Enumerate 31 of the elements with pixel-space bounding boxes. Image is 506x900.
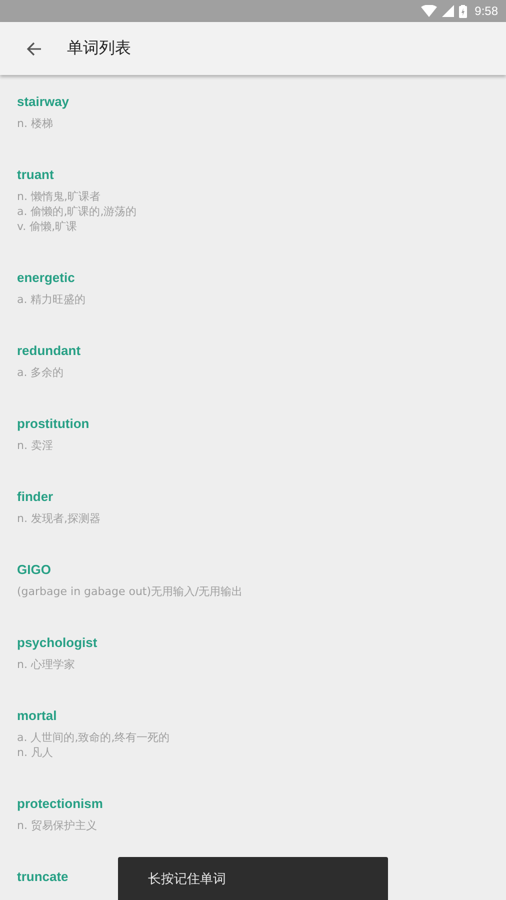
toast-message: 长按记住单词 xyxy=(118,857,388,900)
word-title[interactable]: mortal xyxy=(17,706,57,726)
word-definition: a. 多余的 xyxy=(17,365,64,380)
word-title[interactable]: truncate xyxy=(17,867,68,887)
word-definition: n. 楼梯 xyxy=(17,116,53,131)
word-title[interactable]: finder xyxy=(17,487,54,507)
word-title[interactable]: stairway xyxy=(17,92,70,112)
word-definition: v. 偷懒,旷课 xyxy=(17,219,78,234)
word-title[interactable]: truant xyxy=(17,165,54,185)
word-title[interactable]: energetic xyxy=(17,268,75,288)
word-title[interactable]: GIGO xyxy=(17,560,51,580)
word-title[interactable]: prostitution xyxy=(17,414,90,434)
word-definition: n. 心理学家 xyxy=(17,657,75,672)
word-definition: n. 发现者,探测器 xyxy=(17,511,100,526)
word-definition: a. 人世间的,致命的,终有一死的 xyxy=(17,730,170,745)
word-title[interactable]: psychologist xyxy=(17,633,98,653)
page-title: 单词列表 xyxy=(67,38,131,59)
word-definition: a. 精力旺盛的 xyxy=(17,292,86,307)
word-title[interactable]: redundant xyxy=(17,341,81,361)
word-definition: n. 凡人 xyxy=(17,745,53,760)
signal-icon xyxy=(442,5,454,17)
wifi-icon xyxy=(420,5,437,17)
word-definition: a. 偷懒的,旷课的,游荡的 xyxy=(17,204,137,219)
status-time: 9:58 xyxy=(474,4,498,18)
back-arrow-icon xyxy=(26,40,42,56)
word-definition: n. 贸易保护主义 xyxy=(17,818,97,833)
word-title[interactable]: protectionism xyxy=(17,794,103,814)
word-definition: (garbage in gabage out)无用输入/无用输出 xyxy=(17,584,243,599)
word-definition: n. 卖淫 xyxy=(17,438,53,453)
word-definition: n. 懒惰鬼,旷课者 xyxy=(17,189,100,204)
battery-icon xyxy=(458,4,467,18)
